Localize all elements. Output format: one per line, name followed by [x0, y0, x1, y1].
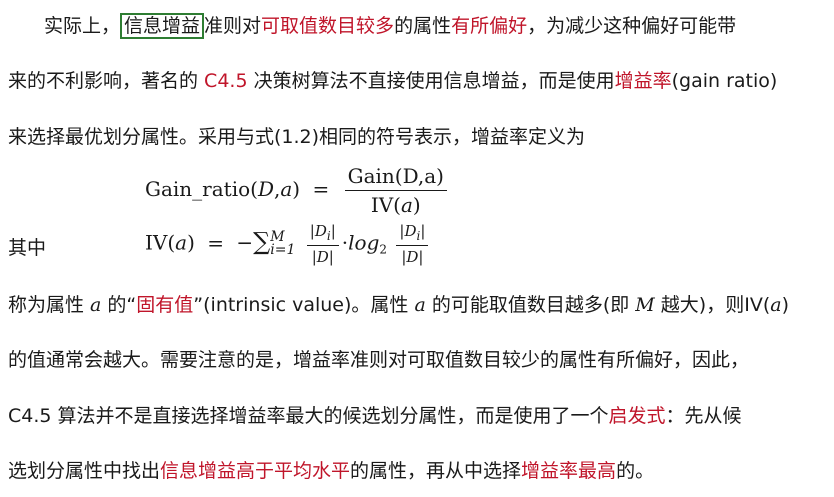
- eq-lhs: IV(: [145, 230, 176, 255]
- highlight-text: 增益率最高: [521, 460, 617, 482]
- text: ): [781, 294, 789, 316]
- text: 实际上，: [44, 15, 121, 37]
- eq-paren: ): [187, 230, 195, 255]
- paragraph-line-1: 实际上， 信息增益 准则对可取值数目较多的属性有所偏好，为减少这种偏好可能带: [44, 13, 736, 39]
- var-D: D: [257, 177, 274, 201]
- text: 的可能取值数目越多(即: [425, 294, 636, 316]
- eq2-prefix: 其中: [8, 235, 46, 261]
- var-a: a: [175, 230, 188, 255]
- var-a: a: [770, 294, 782, 316]
- fraction-numerator: |Di|: [396, 222, 429, 246]
- paragraph-line-7: 选划分属性中找出信息增益高于平均水平的属性，再从中选择增益率最高的。: [8, 458, 654, 484]
- text: 的。: [616, 460, 655, 482]
- text: 的值通常会越大。需要注意的是，增益率准则对可取值数目较少的属性有所偏好，因此，: [8, 349, 750, 371]
- equals-sign: =: [312, 177, 330, 201]
- text: 称为属性: [8, 294, 91, 316]
- var-a: a: [90, 294, 102, 316]
- text: 越大)，则IV(: [654, 294, 771, 316]
- paragraph-line-4: 称为属性 a 的“固有值”(intrinsic value)。属性 a 的可能取…: [8, 292, 789, 318]
- fraction-numerator: Gain(D,a): [344, 164, 447, 191]
- highlight-text: 可取值数目较多: [261, 15, 395, 37]
- highlight-box-info-gain: 信息增益: [120, 13, 205, 39]
- text: 准则对: [204, 15, 262, 37]
- log-function: log: [348, 230, 380, 255]
- fraction-2: |Di| |D|: [396, 222, 429, 266]
- fraction-denominator: |D|: [311, 248, 334, 266]
- text: 其中: [8, 237, 47, 259]
- var-M: M: [635, 294, 655, 316]
- text: 来选择最优划分属性。采用与式(1.2)相同的符号表示，增益率定义为: [8, 126, 586, 148]
- highlight-text: C4.5: [204, 70, 248, 92]
- paragraph-line-3: 来选择最优划分属性。采用与式(1.2)相同的符号表示，增益率定义为: [8, 124, 585, 150]
- paragraph-line-2: 来的不利影响，著名的 C4.5 决策树算法不直接使用信息增益，而是使用增益率(g…: [8, 68, 777, 94]
- var-a: a: [280, 177, 293, 201]
- minus-sign: −: [236, 230, 254, 255]
- paragraph-line-5: 的值通常会越大。需要注意的是，增益率准则对可取值数目较少的属性有所偏好，因此，: [8, 347, 749, 373]
- highlight-text: 启发式: [608, 405, 666, 427]
- intrinsic-value-equation: IV(a) = −∑ Mi=1 |Di| |D| ·log2 |Di| |D|: [145, 222, 431, 266]
- sum-lower-limit: i=1: [270, 242, 296, 258]
- text: ”(intrinsic value)。属性: [193, 294, 415, 316]
- text: (gain ratio): [671, 70, 778, 92]
- text: 来的不利影响，著名的: [8, 70, 205, 92]
- text: 的“: [101, 294, 137, 316]
- fraction-denominator: IV(a): [370, 193, 421, 217]
- highlight-text: 增益率: [614, 70, 672, 92]
- eq-lhs: Gain_ratio(: [145, 177, 258, 201]
- sum-symbol: ∑: [253, 227, 271, 256]
- eq-paren: ): [292, 177, 301, 201]
- fraction: Gain(D,a) IV(a): [344, 164, 447, 217]
- var-a: a: [414, 294, 426, 316]
- log-base: 2: [379, 242, 388, 257]
- paragraph-line-6: C4.5 算法并不是直接选择增益率最大的候选划分属性，而是使用了一个启发式：先从…: [8, 403, 742, 429]
- text: 决策树算法不直接使用信息增益，而是使用: [247, 70, 615, 92]
- equals-sign: =: [207, 230, 225, 255]
- fraction-numerator: |Di|: [306, 222, 339, 246]
- text: 选划分属性中找出: [8, 460, 161, 482]
- text: 的属性，再从中选择: [350, 460, 522, 482]
- fraction-denominator: |D|: [401, 248, 424, 266]
- highlight-text: 有所偏好: [451, 15, 528, 37]
- highlight-text: 固有值: [136, 294, 194, 316]
- text: ，为减少这种偏好可能带: [527, 15, 737, 37]
- text: 的属性: [394, 15, 452, 37]
- fraction-1: |Di| |D|: [306, 222, 339, 266]
- text: ：先从候: [665, 405, 742, 427]
- highlight-text: 信息增益高于平均水平: [160, 460, 351, 482]
- gain-ratio-equation: Gain_ratio(D,a) = Gain(D,a) IV(a): [145, 164, 450, 217]
- text: C4.5 算法并不是直接选择增益率最大的候选划分属性，而是使用了一个: [8, 405, 609, 427]
